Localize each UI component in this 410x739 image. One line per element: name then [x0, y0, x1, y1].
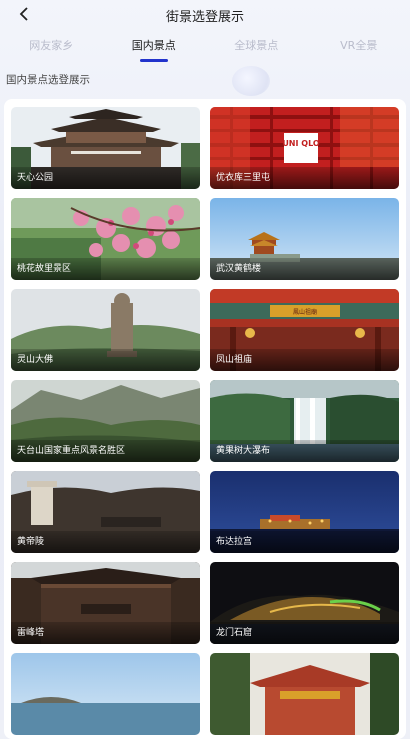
temple-sign-text: 鳳山祖廟: [293, 308, 317, 316]
gallery-card[interactable]: 布达拉宫: [210, 471, 399, 553]
tab-vr-panorama[interactable]: VR全景: [308, 36, 410, 62]
card-title: 布达拉宫: [216, 534, 252, 547]
card-title: 黄果树大瀑布: [216, 443, 270, 456]
uniqlo-sign-text: UNI QLO: [282, 139, 320, 148]
gallery-grid: 天心公园 UNI QLO 优衣库三里屯: [11, 107, 400, 735]
tab-global-sights[interactable]: 全球景点: [205, 36, 308, 62]
tab-friends-hometown[interactable]: 网友家乡: [0, 36, 103, 62]
page-title: 街景选登展示: [166, 6, 244, 25]
tab-bar: 网友家乡 国内景点 全球景点 VR全景: [0, 36, 410, 62]
gallery-card[interactable]: 灵山大佛: [11, 289, 200, 371]
tab-label: 网友家乡: [29, 39, 73, 52]
gallery-card[interactable]: [210, 653, 399, 735]
gallery-card[interactable]: 龙门石窟: [210, 562, 399, 644]
card-title: 龙门石窟: [216, 625, 252, 638]
gallery-card[interactable]: 黄帝陵: [11, 471, 200, 553]
card-title: 武汉黄鹤楼: [216, 261, 261, 274]
card-title: 桃花故里景区: [17, 261, 71, 274]
gallery-card[interactable]: 桃花故里景区: [11, 198, 200, 280]
card-title: 天心公园: [17, 170, 53, 183]
tab-label: 国内景点: [132, 39, 176, 52]
card-title: 雷峰塔: [17, 625, 44, 638]
gallery-card[interactable]: UNI QLO 优衣库三里屯: [210, 107, 399, 189]
card-photo: [210, 653, 399, 735]
gallery-card[interactable]: 鳳山祖廟 凤山祖庙: [210, 289, 399, 371]
gallery-card[interactable]: 天台山国家重点风景名胜区: [11, 380, 200, 462]
card-title: 天台山国家重点风景名胜区: [17, 443, 125, 456]
back-button[interactable]: [14, 4, 34, 24]
gallery-card[interactable]: 黄果树大瀑布: [210, 380, 399, 462]
tab-label: VR全景: [340, 39, 377, 52]
chevron-left-icon: [19, 7, 29, 21]
card-photo: [11, 653, 200, 735]
gallery-card[interactable]: 雷峰塔: [11, 562, 200, 644]
card-title: 凤山祖庙: [216, 352, 252, 365]
gallery-card[interactable]: 武汉黄鹤楼: [210, 198, 399, 280]
tab-domestic-sights[interactable]: 国内景点: [103, 36, 206, 62]
section-title: 国内景点选登展示: [6, 72, 90, 87]
gallery-card[interactable]: 天心公园: [11, 107, 200, 189]
card-title: 黄帝陵: [17, 534, 44, 547]
gallery-card[interactable]: [11, 653, 200, 735]
tab-label: 全球景点: [234, 39, 278, 52]
decorative-bubble: [232, 66, 270, 96]
card-title: 优衣库三里屯: [216, 170, 270, 183]
header: 街景选登展示: [0, 0, 410, 30]
active-tab-indicator: [140, 59, 168, 62]
card-title: 灵山大佛: [17, 352, 53, 365]
